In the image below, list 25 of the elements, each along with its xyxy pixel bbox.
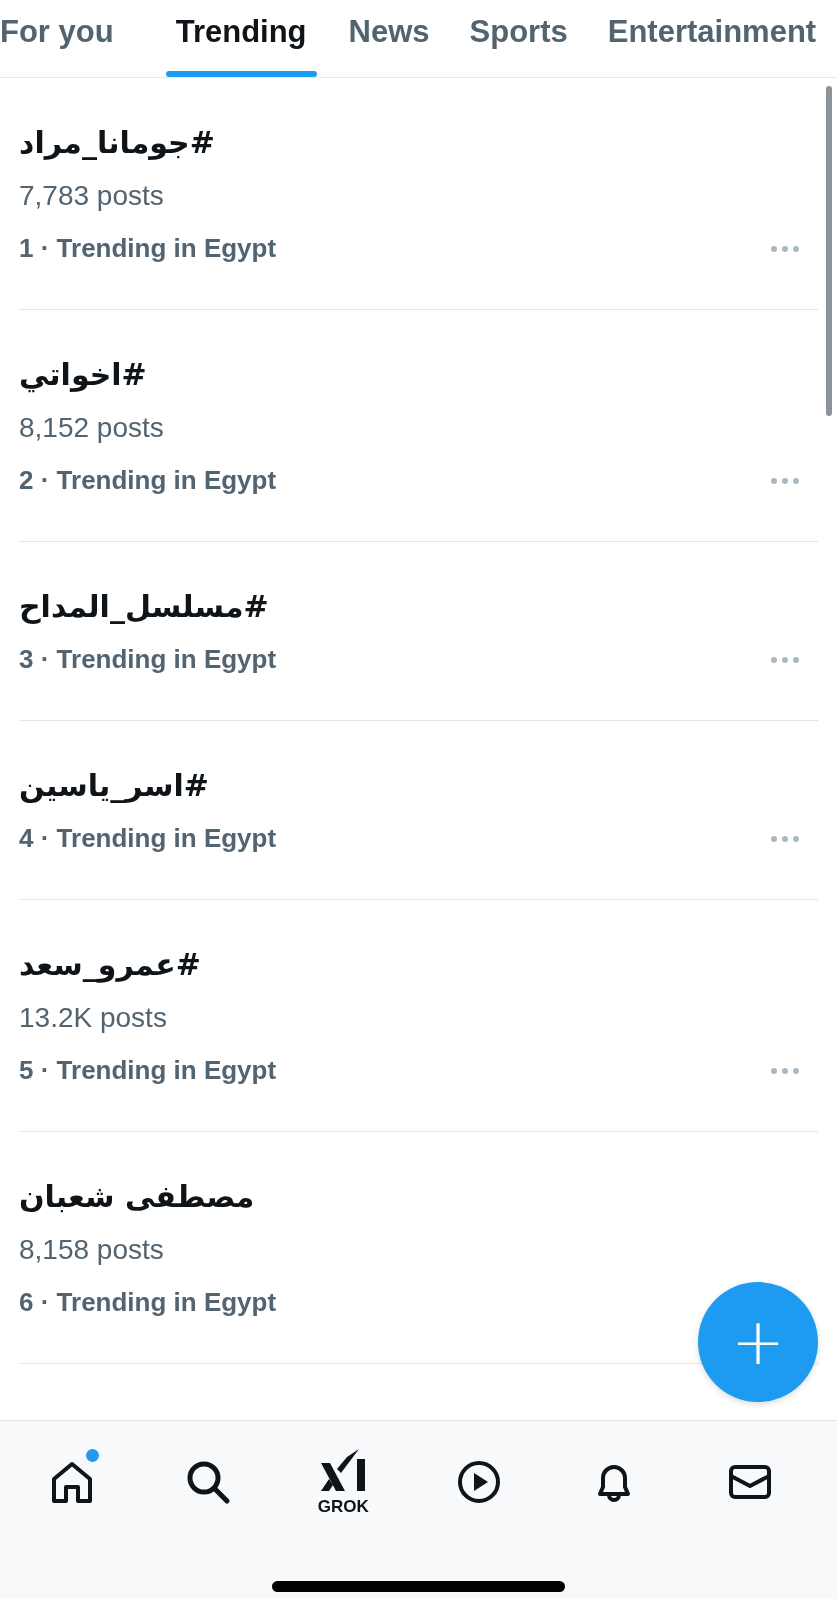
trend-title[interactable]: #جومانا_مراد — [19, 125, 215, 160]
trend-location: 1 · Trending in Egypt — [19, 233, 277, 264]
tab[interactable]: For you — [0, 0, 144, 77]
trend-location: 5 · Trending in Egypt — [19, 1055, 277, 1086]
grok-icon — [319, 1449, 368, 1493]
trend-title[interactable]: #عمرو_سعد — [19, 947, 201, 982]
post-count: 7,783 posts — [19, 179, 164, 212]
trend-title[interactable]: مصطفى شعبان — [19, 1179, 255, 1214]
tab[interactable]: Entertainment — [587, 0, 837, 77]
tab[interactable]: News — [328, 0, 450, 77]
tab[interactable]: Trending — [155, 0, 327, 77]
post-count: 8,158 posts — [19, 1233, 164, 1266]
play-icon[interactable] — [455, 1459, 502, 1505]
trend-title[interactable]: #اخواتي — [19, 357, 147, 392]
trend-location: 2 · Trending in Egypt — [19, 465, 277, 496]
grok-button[interactable]: GROK — [317, 1449, 369, 1517]
post-count: 8,152 posts — [19, 411, 164, 444]
home-icon[interactable] — [49, 1459, 95, 1505]
trend-title[interactable]: #اسر_ياسين — [19, 768, 209, 803]
post-count: 13.2K posts — [19, 1001, 167, 1034]
trend-location: 3 · Trending in Egypt — [19, 644, 277, 675]
trend-title[interactable]: #مسلسل_المداح — [19, 589, 269, 624]
trend-location: 6 · Trending in Egypt — [19, 1287, 277, 1318]
trend-location: 4 · Trending in Egypt — [19, 823, 277, 854]
tab[interactable]: Sports — [449, 0, 588, 77]
